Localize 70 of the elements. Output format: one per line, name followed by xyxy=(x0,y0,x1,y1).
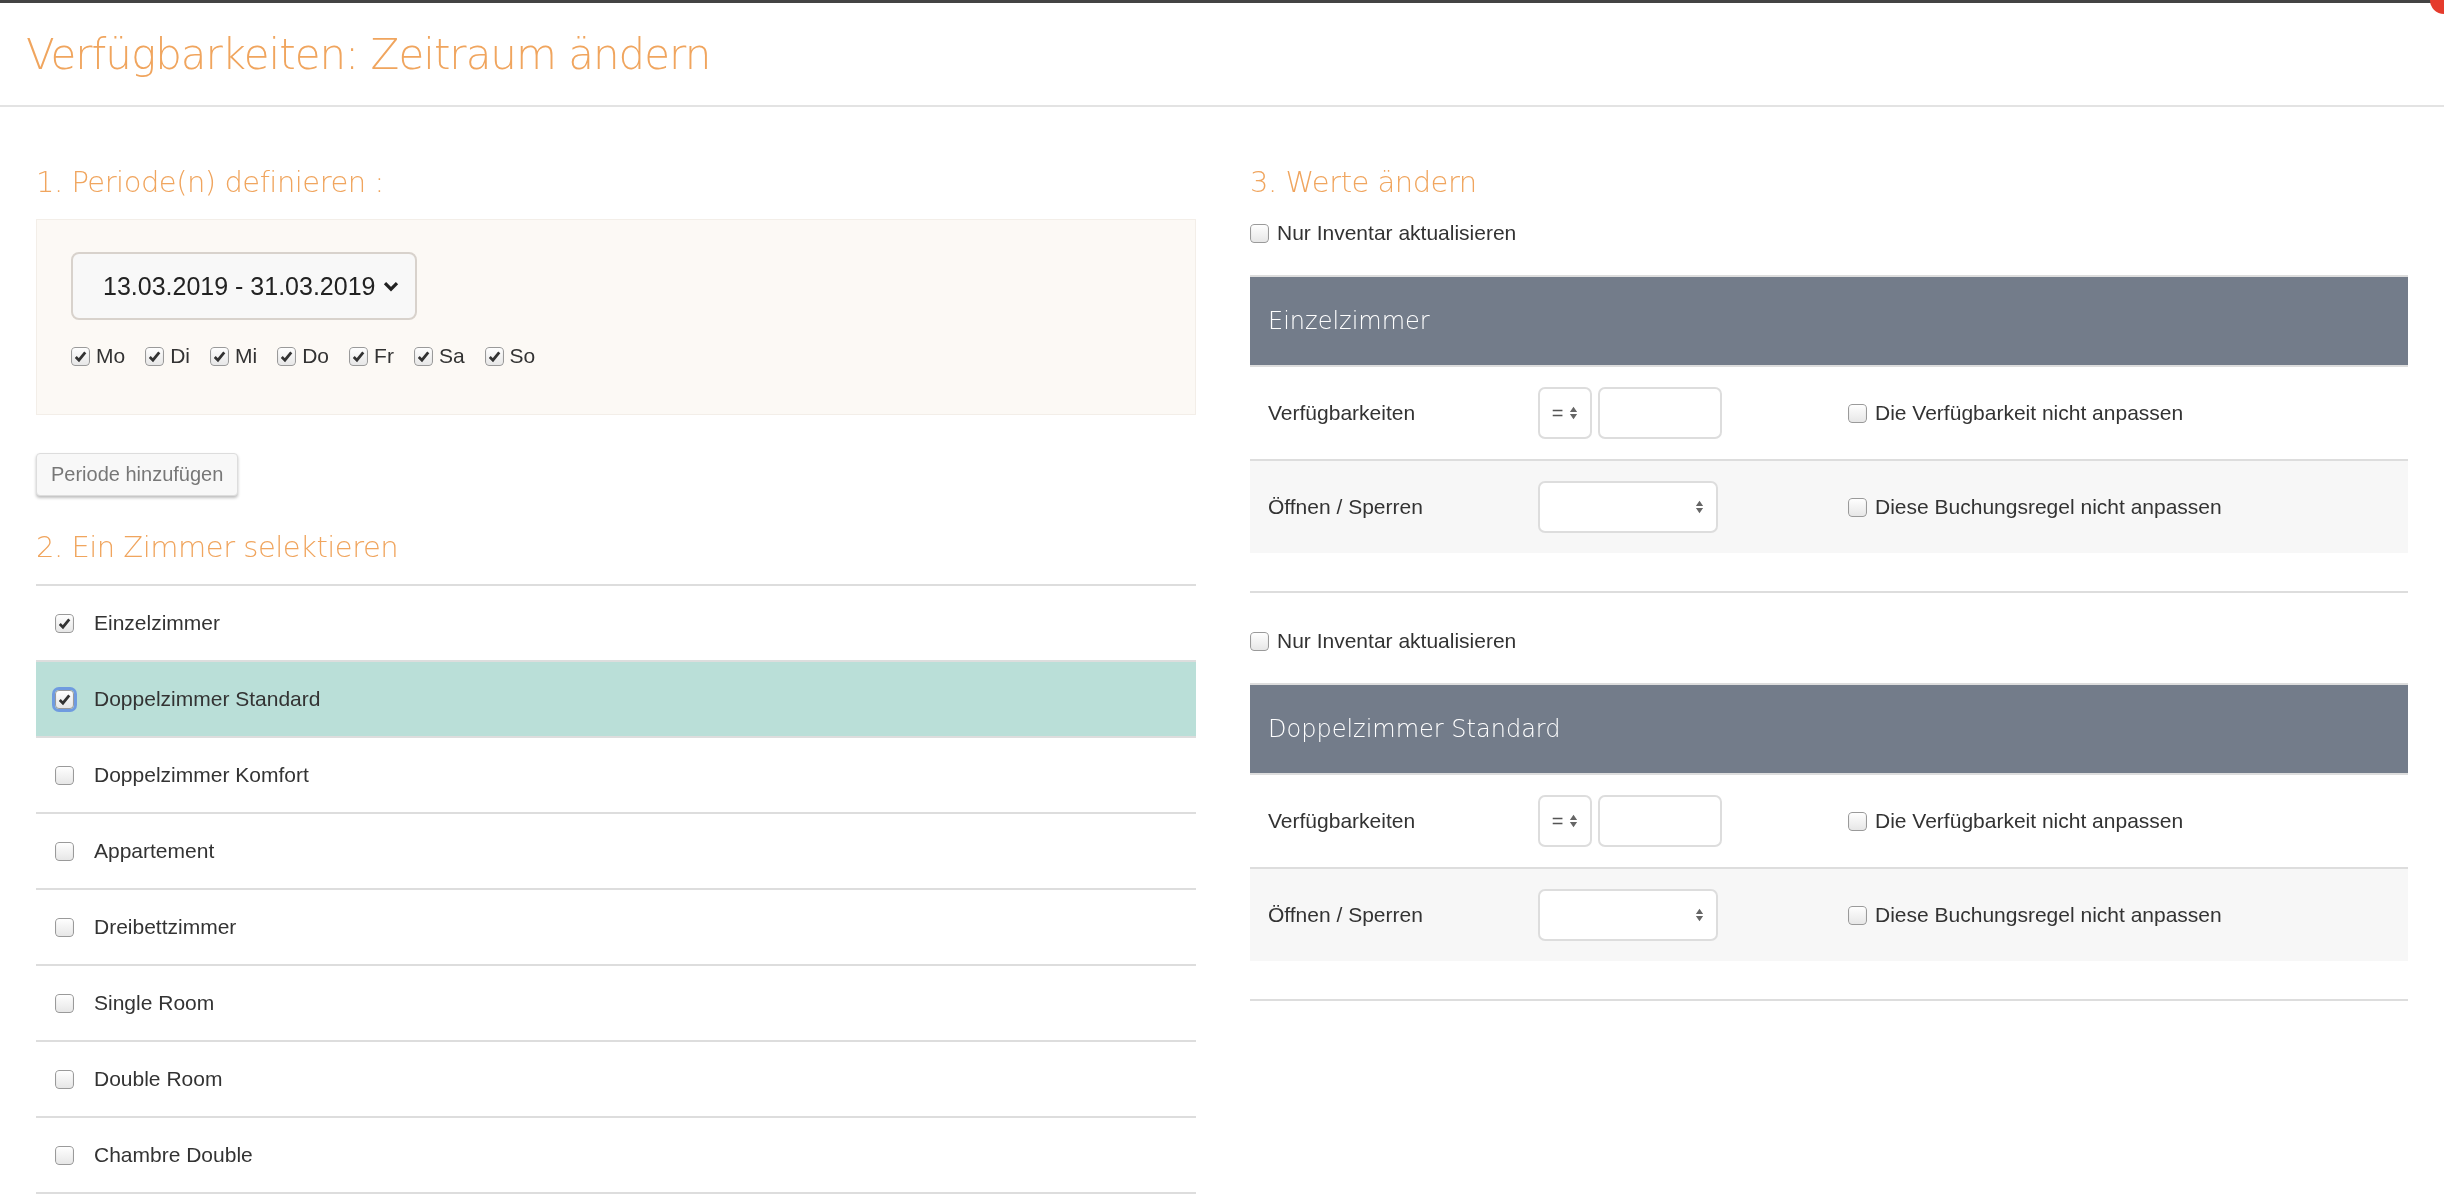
checkbox[interactable] xyxy=(55,993,74,1013)
room-name: Dreibettzimmer xyxy=(94,915,237,939)
room-row[interactable]: Double Room xyxy=(36,1042,1196,1118)
room-name: Einzelzimmer xyxy=(94,611,221,635)
weekday-label: Mi xyxy=(235,344,258,368)
room-name: Chambre Double xyxy=(94,1143,253,1167)
checkbox[interactable] xyxy=(1848,811,1867,831)
chevron-down-icon xyxy=(383,280,400,292)
value-input[interactable] xyxy=(1598,387,1722,439)
checkbox[interactable] xyxy=(413,346,433,366)
checkbox[interactable] xyxy=(1848,905,1867,925)
checkbox[interactable] xyxy=(349,346,369,366)
room-row[interactable]: Doppelzimmer Standard xyxy=(36,662,1196,738)
value-input[interactable] xyxy=(1598,795,1722,847)
section-heading: 2. Ein Zimmer selektieren xyxy=(36,530,400,564)
weekday-label: Sa xyxy=(438,344,465,368)
checkbox[interactable] xyxy=(71,346,90,366)
field-label: Verfügbarkeiten xyxy=(1268,809,1417,833)
checkbox[interactable] xyxy=(484,346,504,366)
checkbox-label: Nur Inventar aktualisieren xyxy=(1277,221,1517,245)
field-label: Verfügbarkeiten xyxy=(1268,401,1417,425)
room-row[interactable]: Dreibettzimmer xyxy=(36,890,1196,966)
checkbox[interactable] xyxy=(55,1145,74,1165)
room-name: Double Room xyxy=(94,1067,223,1091)
up-down-arrows-icon xyxy=(1695,907,1704,923)
room-title: Einzelzimmer xyxy=(1268,307,1430,335)
checkbox[interactable] xyxy=(1848,497,1867,517)
checkbox[interactable] xyxy=(55,841,74,861)
weekday-label: Di xyxy=(170,344,191,368)
checkbox[interactable] xyxy=(1250,223,1269,243)
checkbox-label: Diese Buchungsregel nicht anpassen xyxy=(1875,495,2222,519)
room-name: Appartement xyxy=(94,839,215,863)
section-heading: 3. Werte ändern xyxy=(1250,165,1478,199)
checkbox[interactable] xyxy=(210,346,230,366)
room-row[interactable]: Doppelzimmer Komfort xyxy=(36,738,1196,814)
checkbox[interactable] xyxy=(1250,631,1269,651)
up-down-arrows-icon xyxy=(1569,813,1579,829)
checkbox[interactable] xyxy=(55,689,74,709)
field-label: Öffnen / Sperren xyxy=(1268,903,1424,927)
checkbox-label: Die Verfügbarkeit nicht anpassen xyxy=(1875,401,2184,425)
weekday-label: So xyxy=(509,344,536,368)
checkbox-label: Nur Inventar aktualisieren xyxy=(1277,629,1517,653)
dialog-title: Verfügbarkeiten: Zeitraum ändern xyxy=(26,29,711,79)
field-label: Öffnen / Sperren xyxy=(1268,495,1424,519)
checkbox[interactable] xyxy=(55,1069,74,1089)
checkbox-label: Die Verfügbarkeit nicht anpassen xyxy=(1875,809,2184,833)
checkbox[interactable] xyxy=(55,917,74,937)
room-row[interactable]: Chambre Double xyxy=(36,1118,1196,1194)
checkbox[interactable] xyxy=(277,346,297,366)
up-down-arrows-icon xyxy=(1569,405,1579,421)
date-range-dropdown[interactable]: 13.03.2019 - 31.03.2019 xyxy=(71,252,418,320)
room-row[interactable]: Single Room xyxy=(36,966,1196,1042)
weekday-label: Mo xyxy=(96,344,126,368)
room-name: Single Room xyxy=(94,991,215,1015)
room-name: Doppelzimmer Standard xyxy=(94,687,321,711)
up-down-arrows-icon xyxy=(1695,499,1704,515)
room-name: Doppelzimmer Komfort xyxy=(94,763,309,787)
checkbox[interactable] xyxy=(145,346,165,366)
checkbox[interactable] xyxy=(1848,403,1867,423)
weekday-label: Do xyxy=(302,344,330,368)
weekday-label: Fr xyxy=(374,344,394,368)
operator-select[interactable]: = xyxy=(1538,795,1592,847)
section-heading: 1. Periode(n) definieren : xyxy=(36,165,385,199)
room-row[interactable]: Appartement xyxy=(36,814,1196,890)
checkbox[interactable] xyxy=(55,765,74,785)
operator-select[interactable]: = xyxy=(1538,387,1592,439)
add-period-button[interactable]: Periode hinzufügen xyxy=(36,453,239,496)
room-title: Doppelzimmer Standard xyxy=(1268,715,1561,743)
checkbox[interactable] xyxy=(55,613,74,633)
checkbox-label: Diese Buchungsregel nicht anpassen xyxy=(1875,903,2222,927)
